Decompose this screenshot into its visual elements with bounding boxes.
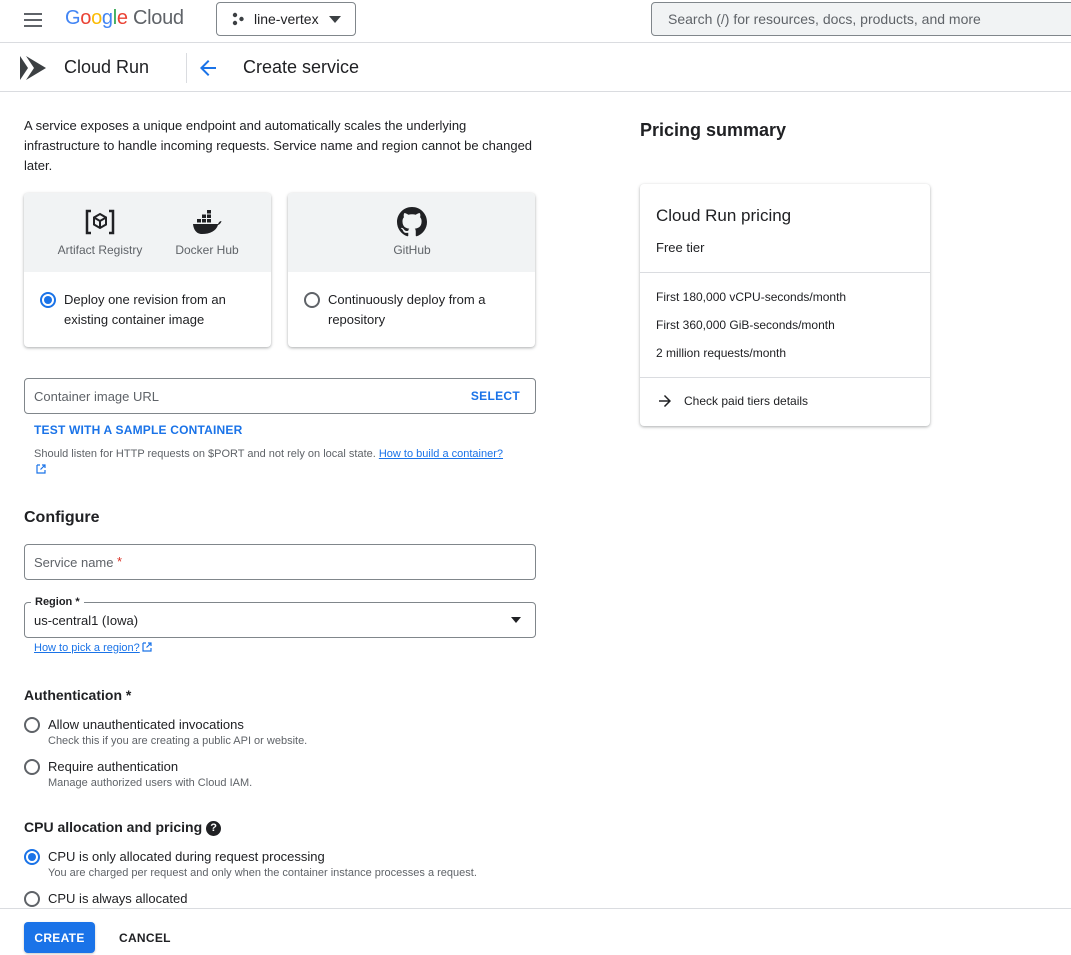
project-picker[interactable]: line-vertex xyxy=(216,2,356,36)
required-mark: * xyxy=(117,554,123,569)
intro-text: A service exposes a unique endpoint and … xyxy=(24,118,533,173)
chevron-down-icon xyxy=(329,16,341,23)
external-link-icon xyxy=(142,642,152,652)
pricing-item: First 360,000 GiB-seconds/month xyxy=(656,318,835,332)
divider xyxy=(640,377,930,378)
source-github: GitHub xyxy=(372,207,452,257)
docker-icon xyxy=(193,210,222,234)
source-card-repository[interactable]: GitHub Continuously deploy from a reposi… xyxy=(288,193,535,347)
github-icon xyxy=(397,207,427,237)
container-image-input[interactable] xyxy=(34,379,454,413)
check-paid-tiers-link[interactable]: Check paid tiers details xyxy=(656,392,808,410)
option-label: CPU is only allocated during request pro… xyxy=(48,849,325,864)
option-label: CPU is always allocated xyxy=(48,891,188,906)
source-artifact-registry: Artifact Registry xyxy=(54,207,146,257)
service-name-input[interactable] xyxy=(34,545,514,579)
source-docker-hub: Docker Hub xyxy=(168,207,246,257)
container-image-field[interactable]: SELECT xyxy=(24,378,536,414)
google-cloud-logo[interactable]: Google Cloud xyxy=(65,7,184,30)
option-description: You are charged per request and only whe… xyxy=(48,867,477,879)
deploy-revision-radio[interactable] xyxy=(40,292,56,308)
cloud-run-icon xyxy=(20,56,46,80)
divider xyxy=(186,53,187,83)
divider xyxy=(640,272,930,273)
arrow-right-icon xyxy=(659,395,671,407)
option-description: Manage authorized users with Cloud IAM. xyxy=(48,777,253,789)
deploy-revision-label: Deploy one revision from an existing con… xyxy=(64,292,226,327)
allow-unauthenticated-radio[interactable] xyxy=(24,717,40,733)
card-header: Artifact Registry Docker Hub xyxy=(24,193,271,272)
cpu-allocation-heading: CPU allocation and pricing? xyxy=(24,819,222,836)
pricing-item: First 180,000 vCPU-seconds/month xyxy=(656,290,847,304)
page-title: Create service xyxy=(243,57,360,77)
external-link-icon xyxy=(36,464,46,474)
authentication-heading: Authentication * xyxy=(24,687,132,703)
test-sample-container-button[interactable]: TEST WITH A SAMPLE CONTAINER xyxy=(34,423,242,437)
configure-heading: Configure xyxy=(24,509,100,526)
menu-icon[interactable] xyxy=(24,12,44,28)
option-description: Check this if you are creating a public … xyxy=(48,735,308,747)
service-name-field[interactable]: * xyxy=(24,544,536,580)
create-button[interactable]: CREATE xyxy=(24,922,95,953)
pricing-summary-heading: Pricing summary xyxy=(640,120,787,140)
help-icon[interactable]: ? xyxy=(206,821,222,836)
back-arrow-icon[interactable] xyxy=(196,56,220,80)
search-input[interactable] xyxy=(668,3,1071,35)
chevron-down-icon xyxy=(511,617,521,623)
pricing-card-title: Cloud Run pricing xyxy=(656,206,792,225)
require-authentication-radio[interactable] xyxy=(24,759,40,775)
source-card-container-image[interactable]: Artifact Registry Docker Hub Deploy one … xyxy=(24,193,271,347)
top-bar: Google Cloud line-vertex xyxy=(0,0,1071,43)
select-image-button[interactable]: SELECT xyxy=(471,389,520,403)
continuous-deploy-radio[interactable] xyxy=(304,292,320,308)
project-dots-icon xyxy=(232,12,244,26)
product-name: Cloud Run xyxy=(64,57,150,77)
action-bar: CREATE CANCEL xyxy=(0,908,1071,955)
card-header: GitHub xyxy=(288,193,535,272)
cpu-request-only-radio[interactable] xyxy=(24,849,40,865)
cancel-button[interactable]: CANCEL xyxy=(107,922,183,953)
product-bar: Cloud Run Create service xyxy=(0,43,1071,92)
how-to-pick-region-link[interactable]: How to pick a region? xyxy=(34,642,152,654)
project-name: line-vertex xyxy=(254,11,319,27)
region-select[interactable]: Region * us-central1 (Iowa) xyxy=(24,596,536,638)
pricing-card: Cloud Run pricing Free tier First 180,00… xyxy=(640,184,930,426)
option-label: Require authentication xyxy=(48,759,179,774)
region-label: Region * xyxy=(31,596,84,608)
region-value: us-central1 (Iowa) xyxy=(34,613,139,628)
search-box[interactable] xyxy=(651,2,1071,36)
free-tier-label: Free tier xyxy=(656,240,705,255)
option-label: Allow unauthenticated invocations xyxy=(48,717,244,732)
cpu-always-radio[interactable] xyxy=(24,891,40,907)
artifact-registry-icon xyxy=(85,209,115,235)
pricing-item: 2 million requests/month xyxy=(656,346,787,360)
container-hint: Should listen for HTTP requests on $PORT… xyxy=(34,446,514,478)
continuous-deploy-label: Continuously deploy from a repository xyxy=(328,292,486,327)
